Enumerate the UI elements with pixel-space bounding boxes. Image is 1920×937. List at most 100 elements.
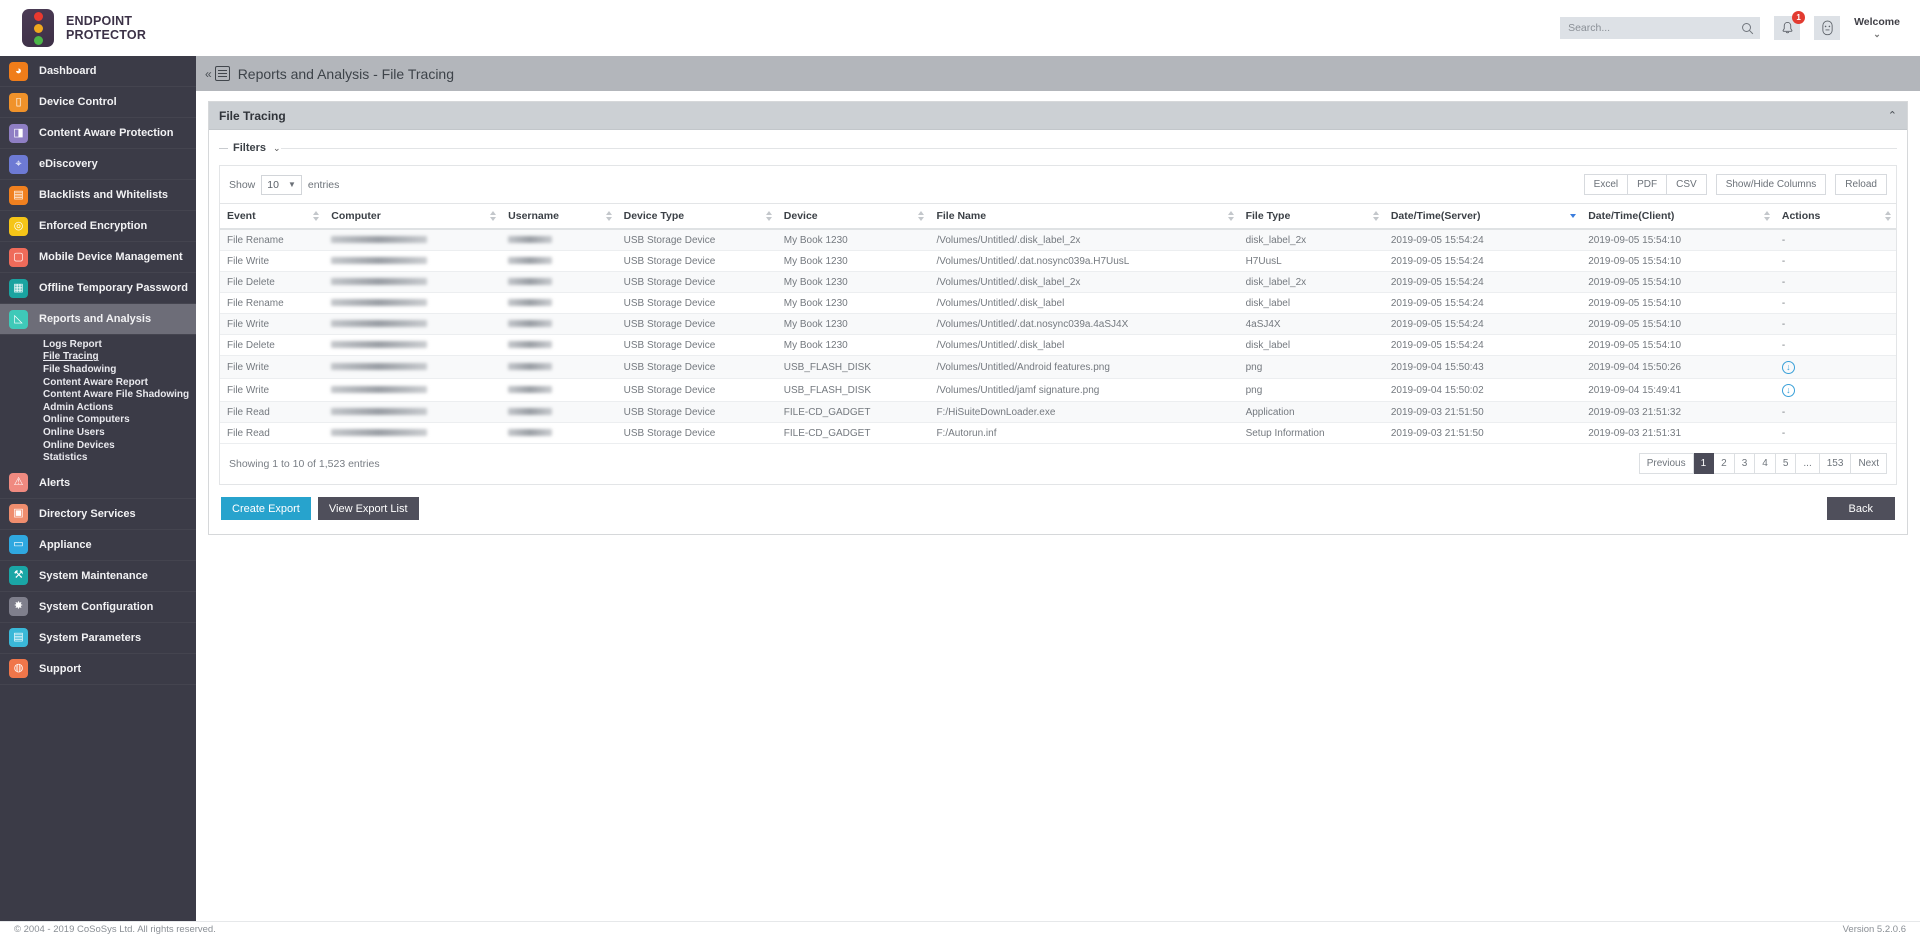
cell-device-type: USB Storage Device xyxy=(616,313,777,335)
entries-per-page-select[interactable]: 10 ▼ xyxy=(261,174,302,195)
table-row[interactable]: File Delete USB Storage Device My Book 123… xyxy=(220,271,1896,293)
cell-event: File Rename xyxy=(220,229,325,251)
sidebar-item-system-parameters[interactable]: ▤ System Parameters xyxy=(0,623,196,654)
column-header-file-type[interactable]: File Type xyxy=(1238,203,1384,230)
table-row[interactable]: File Write USB Storage Device USB_FLASH_DI… xyxy=(220,378,1896,402)
page-button-2[interactable]: 2 xyxy=(1714,453,1735,474)
table-row[interactable]: File Write USB Storage Device My Book 1230… xyxy=(220,250,1896,272)
table-row[interactable]: File Read USB Storage Device FILE-CD_GADGE… xyxy=(220,422,1896,444)
brand-name: ENDPOINT PROTECTOR xyxy=(66,14,146,42)
search-icon[interactable] xyxy=(1741,22,1754,35)
sort-arrows-icon[interactable] xyxy=(490,211,497,221)
sort-arrows-icon[interactable] xyxy=(1372,211,1379,221)
column-header-computer[interactable]: Computer xyxy=(324,203,502,230)
sort-arrows-icon[interactable] xyxy=(918,211,925,221)
sidebar-item-device-control[interactable]: ▯ Device Control xyxy=(0,87,196,118)
entries-label: entries xyxy=(307,178,340,191)
sidebar-subitem-logs-report[interactable]: Logs Report xyxy=(0,338,196,351)
export-pdf-button[interactable]: PDF xyxy=(1628,174,1668,195)
sidebar-item-ediscovery[interactable]: ⌖ eDiscovery xyxy=(0,149,196,180)
sidebar-item-mobile-device-management[interactable]: ▢ Mobile Device Management xyxy=(0,242,196,273)
page-button-5[interactable]: 5 xyxy=(1775,453,1797,474)
export-excel-button[interactable]: Excel xyxy=(1583,174,1629,195)
sidebar-item-offline-temporary-password[interactable]: ▦ Offline Temporary Password xyxy=(0,273,196,304)
chevron-down-icon[interactable]: ⌄ xyxy=(273,143,281,154)
sidebar-item-label: Directory Services xyxy=(39,507,136,520)
column-header-date-time-server-[interactable]: Date/Time(Server) xyxy=(1383,203,1582,230)
sidebar-item-appliance[interactable]: ▭ Appliance xyxy=(0,530,196,561)
table-row[interactable]: File Write USB Storage Device My Book 1230… xyxy=(220,313,1896,335)
column-header-device-type[interactable]: Device Type xyxy=(616,203,777,230)
export-csv-button[interactable]: CSV xyxy=(1667,174,1707,195)
page-button-next[interactable]: Next xyxy=(1851,453,1887,474)
sidebar-item-dashboard[interactable]: ◕ Dashboard xyxy=(0,56,196,87)
sidebar-subitem-content-aware-file-shadowing[interactable]: Content Aware File Shadowing xyxy=(0,388,196,401)
sort-arrows-icon[interactable] xyxy=(1763,211,1770,221)
table-row[interactable]: File Read USB Storage Device FILE-CD_GADGE… xyxy=(220,401,1896,423)
column-header-date-time-client-[interactable]: Date/Time(Client) xyxy=(1581,203,1775,230)
sidebar-subitem-file-shadowing[interactable]: File Shadowing xyxy=(0,363,196,376)
sidebar-item-alerts[interactable]: ⚠ Alerts xyxy=(0,468,196,499)
sidebar-item-system-configuration[interactable]: ✸ System Configuration xyxy=(0,592,196,623)
sort-arrows-icon[interactable] xyxy=(605,211,612,221)
back-button[interactable]: Back xyxy=(1826,497,1895,520)
sidebar-subitem-online-users[interactable]: Online Users xyxy=(0,426,196,439)
notifications-button[interactable]: 1 xyxy=(1774,11,1806,40)
page-button--[interactable]: ... xyxy=(1796,453,1820,474)
page-button-1[interactable]: 1 xyxy=(1693,453,1715,474)
cell-actions: - xyxy=(1774,401,1896,423)
column-header-device[interactable]: Device xyxy=(776,203,930,230)
cell-computer xyxy=(324,229,502,251)
sort-arrows-icon[interactable] xyxy=(1570,214,1577,218)
download-icon[interactable]: ↓ xyxy=(1781,360,1795,374)
filters-toggle[interactable]: Filters xyxy=(228,142,271,154)
sidebar-subitem-online-devices[interactable]: Online Devices xyxy=(0,439,196,452)
sidebar-subitem-online-computers[interactable]: Online Computers xyxy=(0,414,196,427)
sort-arrows-icon[interactable] xyxy=(1885,211,1891,221)
sidebar-collapse-icon[interactable]: « xyxy=(205,67,212,81)
table-row[interactable]: File Write USB Storage Device USB_FLASH_DI… xyxy=(220,355,1896,379)
cell-device: My Book 1230 xyxy=(776,313,930,335)
search-box[interactable] xyxy=(1560,17,1761,39)
sidebar-item-system-maintenance[interactable]: ⚒ System Maintenance xyxy=(0,561,196,592)
sidebar-item-support[interactable]: ◍ Support xyxy=(0,654,196,685)
view-export-list-button[interactable]: View Export List xyxy=(317,497,419,520)
page-button-153[interactable]: 153 xyxy=(1819,453,1852,474)
sort-arrows-icon[interactable] xyxy=(313,211,320,221)
sidebar-subitem-file-tracing[interactable]: File Tracing xyxy=(0,351,196,364)
profile-button[interactable] xyxy=(1814,16,1841,40)
cell-file-name: /Volumes/Untitled/.disk_label_2x xyxy=(929,271,1239,293)
page-button-4[interactable]: 4 xyxy=(1755,453,1776,474)
reload-button[interactable]: Reload xyxy=(1835,174,1887,195)
search-input[interactable] xyxy=(1568,17,1742,39)
table-row[interactable]: File Delete USB Storage Device My Book 123… xyxy=(220,334,1896,356)
column-header-event[interactable]: Event xyxy=(220,203,325,230)
page-button-3[interactable]: 3 xyxy=(1734,453,1756,474)
page-title: File Tracing xyxy=(219,108,286,123)
sidebar-item-blacklists-and-whitelists[interactable]: ▤ Blacklists and Whitelists xyxy=(0,180,196,211)
column-header-file-name[interactable]: File Name xyxy=(929,203,1239,230)
show-hide-columns-button[interactable]: Show/Hide Columns xyxy=(1715,174,1827,195)
sort-arrows-icon[interactable] xyxy=(1227,211,1234,221)
sidebar-item-reports-and-analysis[interactable]: ◺ Reports and Analysis xyxy=(0,304,196,335)
table-row[interactable]: File Rename USB Storage Device My Book 123… xyxy=(220,292,1896,314)
page-button-previous[interactable]: Previous xyxy=(1638,453,1694,474)
chart-report-icon: ◺ xyxy=(9,309,28,329)
sidebar-subitem-admin-actions[interactable]: Admin Actions xyxy=(0,401,196,414)
sidebar-subitem-content-aware-report[interactable]: Content Aware Report xyxy=(0,376,196,389)
hamburger-menu-icon[interactable] xyxy=(214,66,230,81)
download-icon[interactable]: ↓ xyxy=(1781,383,1795,397)
cell-event: File Write xyxy=(220,378,325,402)
app-logo[interactable]: ENDPOINT PROTECTOR xyxy=(0,9,196,47)
column-header-actions[interactable]: Actions xyxy=(1774,203,1896,230)
sidebar-item-enforced-encryption[interactable]: ◎ Enforced Encryption xyxy=(0,211,196,242)
column-header-username[interactable]: Username xyxy=(501,203,617,230)
sidebar-item-content-aware-protection[interactable]: ◨ Content Aware Protection xyxy=(0,118,196,149)
sidebar-subitem-statistics[interactable]: Statistics xyxy=(0,451,196,464)
create-export-button[interactable]: Create Export xyxy=(221,497,311,520)
welcome-menu[interactable]: Welcome ⌄ xyxy=(1854,16,1900,40)
panel-collapse-icon[interactable]: ⌃ xyxy=(1888,109,1897,122)
table-row[interactable]: File Rename USB Storage Device My Book 123… xyxy=(220,229,1896,251)
sidebar-item-directory-services[interactable]: ▣ Directory Services xyxy=(0,499,196,530)
sort-arrows-icon[interactable] xyxy=(765,211,772,221)
